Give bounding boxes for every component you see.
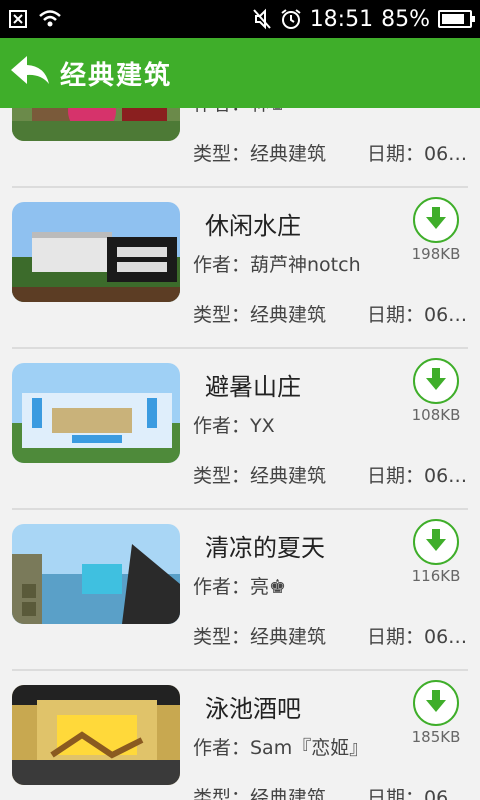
screenshot-icon (8, 9, 28, 29)
date-label: 日期：06… (367, 626, 468, 648)
battery-icon (438, 10, 475, 28)
author-label: 作者：亮♚ (193, 576, 287, 598)
map-thumbnail (12, 685, 180, 785)
date-label: 日期：06… (367, 143, 468, 165)
date-label: 日期：06… (367, 465, 468, 487)
author-label: 作者：林♚ (193, 108, 286, 116)
wifi-icon (38, 9, 62, 29)
page-title: 经典建筑 (60, 60, 173, 91)
author-label: 作者：Sam『恋姬』 (193, 737, 369, 759)
list-item[interactable]: 泳池酒吧 作者：Sam『恋姬』 类型：经典建筑 日期：06… 185KB (0, 671, 480, 800)
map-thumbnail (12, 524, 180, 624)
date-label: 日期：06… (367, 787, 468, 800)
map-thumbnail (12, 202, 180, 302)
map-title: 清凉的夏天 (205, 534, 325, 562)
map-title: 休闲水庄 (205, 212, 301, 240)
alarm-icon (280, 8, 302, 30)
file-size: 185KB (411, 728, 461, 746)
back-button[interactable] (0, 38, 60, 108)
mute-icon (252, 8, 272, 30)
list-item[interactable]: 避暑山庄 作者：YX 类型：经典建筑 日期：06… 108KB (0, 349, 480, 510)
list-item[interactable]: 休闲水庄 作者：葫芦神notch 类型：经典建筑 日期：06… 198KB (0, 188, 480, 349)
download-button[interactable] (413, 680, 459, 726)
battery-percent: 85% (381, 6, 430, 32)
type-label: 类型：经典建筑 (193, 465, 327, 487)
download-arrow-icon (425, 527, 447, 557)
clock-text: 18:51 (309, 6, 374, 32)
file-size: 108KB (411, 406, 461, 424)
download-button[interactable] (413, 197, 459, 243)
author-label: 作者：YX (193, 415, 275, 437)
map-list[interactable]: 作者：林♚ 类型：经典建筑 日期：06… 休闲水庄 作者：葫芦神notch 类型… (0, 108, 480, 800)
type-label: 类型：经典建筑 (193, 787, 327, 800)
download-arrow-icon (425, 688, 447, 718)
author-label: 作者：葫芦神notch (193, 254, 361, 276)
type-label: 类型：经典建筑 (193, 626, 327, 648)
file-size: 198KB (411, 245, 461, 263)
download-arrow-icon (425, 366, 447, 396)
date-label: 日期：06… (367, 304, 468, 326)
map-thumbnail (12, 363, 180, 463)
file-size: 116KB (411, 567, 461, 585)
list-item[interactable]: 作者：林♚ 类型：经典建筑 日期：06… (0, 108, 480, 188)
status-bar: 18:51 85% (0, 0, 480, 38)
back-arrow-icon (9, 54, 51, 92)
list-item[interactable]: 清凉的夏天 作者：亮♚ 类型：经典建筑 日期：06… 116KB (0, 510, 480, 671)
download-arrow-icon (425, 205, 447, 235)
map-title: 泳池酒吧 (205, 695, 301, 723)
map-title: 避暑山庄 (205, 373, 301, 401)
header-bar: 经典建筑 (0, 38, 480, 108)
map-thumbnail (12, 108, 180, 141)
type-label: 类型：经典建筑 (193, 143, 327, 165)
type-label: 类型：经典建筑 (193, 304, 327, 326)
download-button[interactable] (413, 358, 459, 404)
download-button[interactable] (413, 519, 459, 565)
